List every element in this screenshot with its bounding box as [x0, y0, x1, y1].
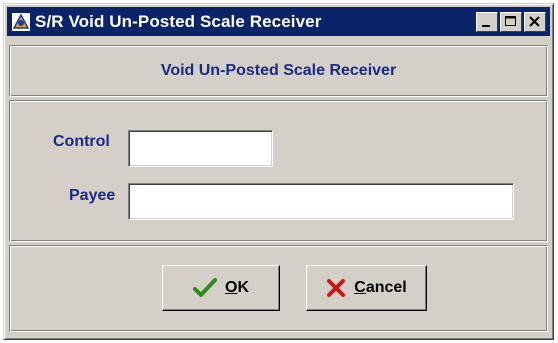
app-icon[interactable]	[11, 12, 31, 32]
ok-button[interactable]: OK	[162, 265, 280, 311]
title-bar[interactable]: S/R Void Un-Posted Scale Receiver	[7, 7, 550, 36]
form-panel: Control Payee	[9, 100, 548, 242]
window-title: S/R Void Un-Posted Scale Receiver	[35, 11, 322, 31]
window-controls	[474, 12, 546, 32]
cancel-button[interactable]: Cancel	[306, 265, 427, 311]
minimize-button[interactable]	[476, 12, 498, 32]
cancel-label: Cancel	[354, 279, 407, 296]
payee-label: Payee	[69, 187, 116, 204]
close-icon	[529, 16, 540, 27]
maximize-button[interactable]	[500, 12, 522, 32]
close-button[interactable]	[524, 12, 546, 32]
checkmark-icon	[192, 277, 217, 299]
x-icon	[326, 278, 346, 298]
control-input[interactable]	[128, 130, 273, 167]
header-panel: Void Un-Posted Scale Receiver	[9, 45, 548, 97]
payee-input[interactable]	[128, 183, 514, 220]
minimize-icon	[482, 25, 490, 27]
ok-label: OK	[224, 279, 249, 296]
dialog-window: S/R Void Un-Posted Scale Receiver Void U…	[3, 3, 554, 340]
dialog-heading: Void Un-Posted Scale Receiver	[160, 62, 397, 79]
button-panel: OK Cancel	[9, 245, 548, 332]
control-label: Control	[53, 133, 110, 150]
maximize-icon	[505, 16, 516, 26]
